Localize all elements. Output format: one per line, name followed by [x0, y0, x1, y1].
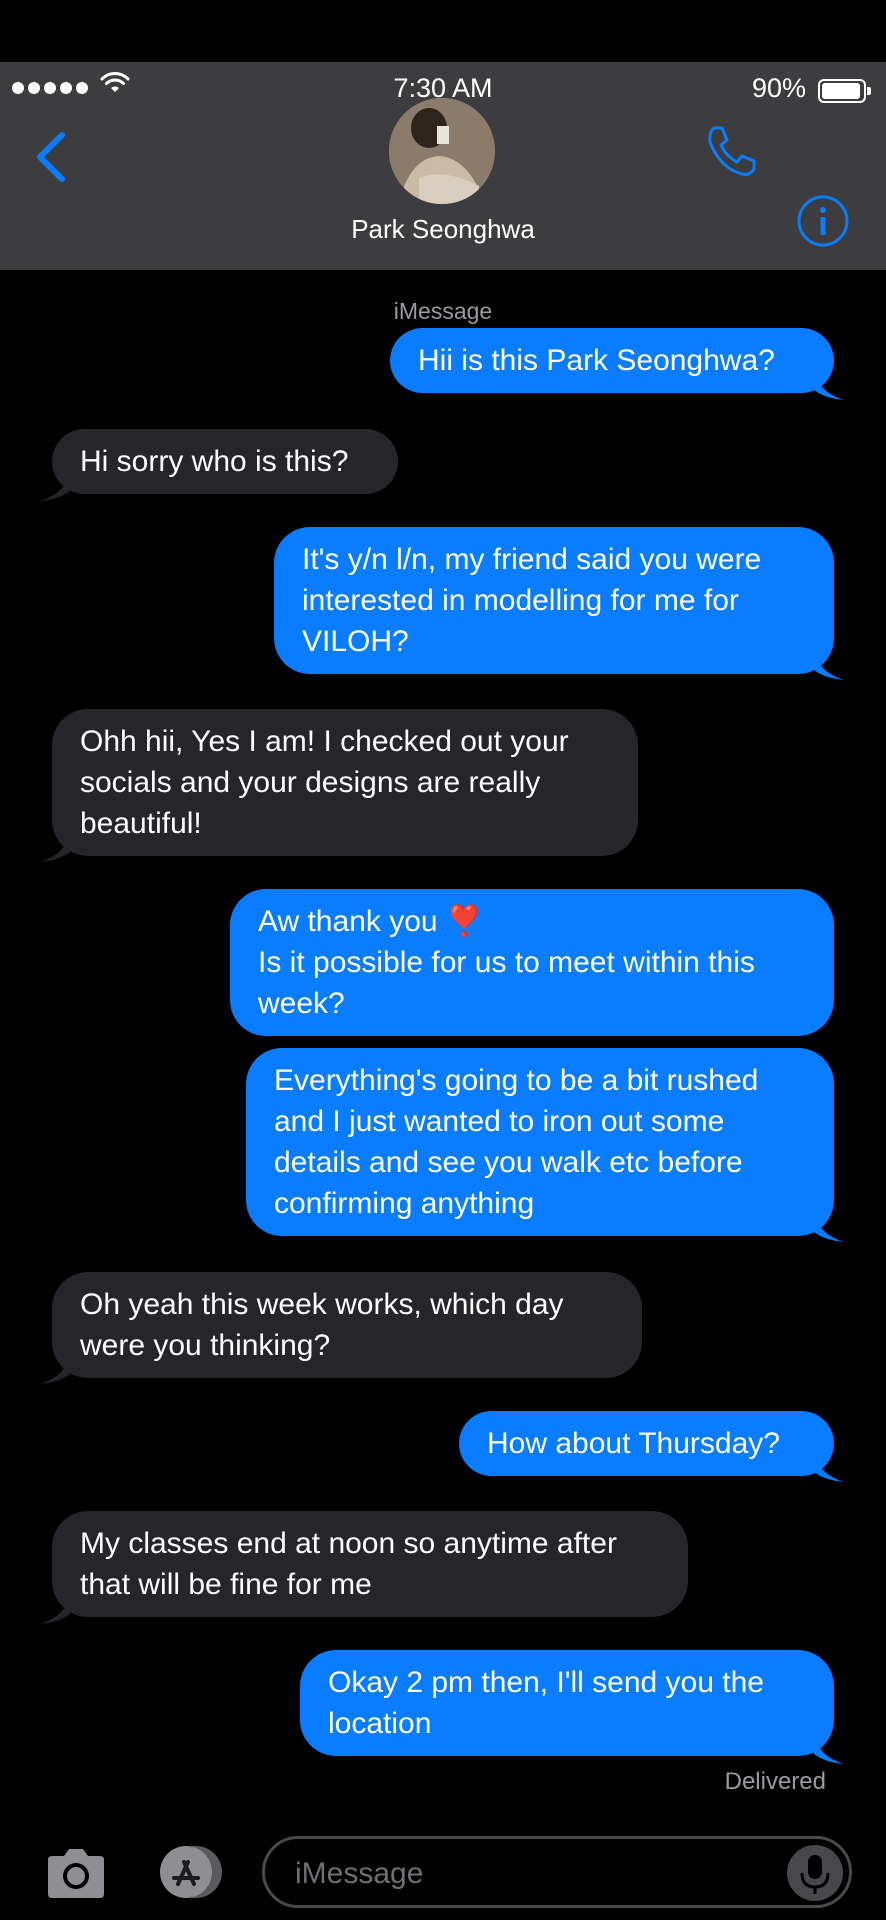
- bubble-tail: [40, 1354, 70, 1384]
- message-input[interactable]: iMessage: [262, 1836, 852, 1908]
- bubble-tail: [814, 650, 844, 680]
- message-bubble-received[interactable]: Ohh hii, Yes I am! I checked out your so…: [52, 709, 638, 856]
- message-bubble-received[interactable]: My classes end at noon so anytime after …: [52, 1511, 688, 1617]
- bubble-tail: [814, 1734, 844, 1764]
- back-chevron-icon[interactable]: [28, 127, 74, 187]
- app-store-icon[interactable]: [150, 1842, 230, 1902]
- message-bubble-sent[interactable]: Okay 2 pm then, I'll send you the locati…: [300, 1650, 834, 1756]
- bubble-tail: [814, 370, 844, 400]
- message-bubble-sent[interactable]: How about Thursday?: [459, 1411, 834, 1476]
- microphone-button[interactable]: [787, 1845, 843, 1901]
- bubble-tail: [814, 1452, 844, 1482]
- messages-screen: 7:30 AM 90% Park Seonghwa iMessage Hii i…: [0, 0, 886, 1920]
- delivered-status: Delivered: [724, 1768, 826, 1795]
- battery-percentage: 90%: [751, 73, 806, 103]
- message-bubble-sent[interactable]: Aw thank you ❣️ Is it possible for us to…: [230, 889, 834, 1036]
- avatar-photo-icon: [389, 98, 495, 204]
- message-bubble-sent[interactable]: It's y/n l/n, my friend said you were in…: [274, 527, 834, 674]
- service-label: iMessage: [393, 298, 493, 324]
- contact-name[interactable]: Park Seonghwa: [0, 214, 886, 245]
- bubble-tail: [40, 471, 70, 501]
- camera-icon[interactable]: [44, 1846, 108, 1900]
- message-bubble-received[interactable]: Hi sorry who is this?: [52, 429, 398, 494]
- microphone-icon: [800, 1855, 830, 1894]
- message-bubble-sent[interactable]: Hii is this Park Seonghwa?: [390, 328, 834, 393]
- message-bubble-received[interactable]: Oh yeah this week works, which day were …: [52, 1272, 642, 1378]
- bubble-tail: [814, 1212, 844, 1242]
- conversation-header: 7:30 AM 90% Park Seonghwa: [0, 62, 886, 270]
- info-icon[interactable]: [796, 194, 850, 248]
- message-input-placeholder: iMessage: [295, 1857, 424, 1890]
- bubble-tail: [40, 1594, 70, 1624]
- battery-icon: [818, 79, 871, 103]
- bubble-tail: [40, 832, 70, 862]
- message-bubble-sent[interactable]: Everything's going to be a bit rushed an…: [246, 1048, 834, 1236]
- contact-avatar[interactable]: [389, 98, 495, 204]
- phone-call-icon[interactable]: [700, 120, 764, 184]
